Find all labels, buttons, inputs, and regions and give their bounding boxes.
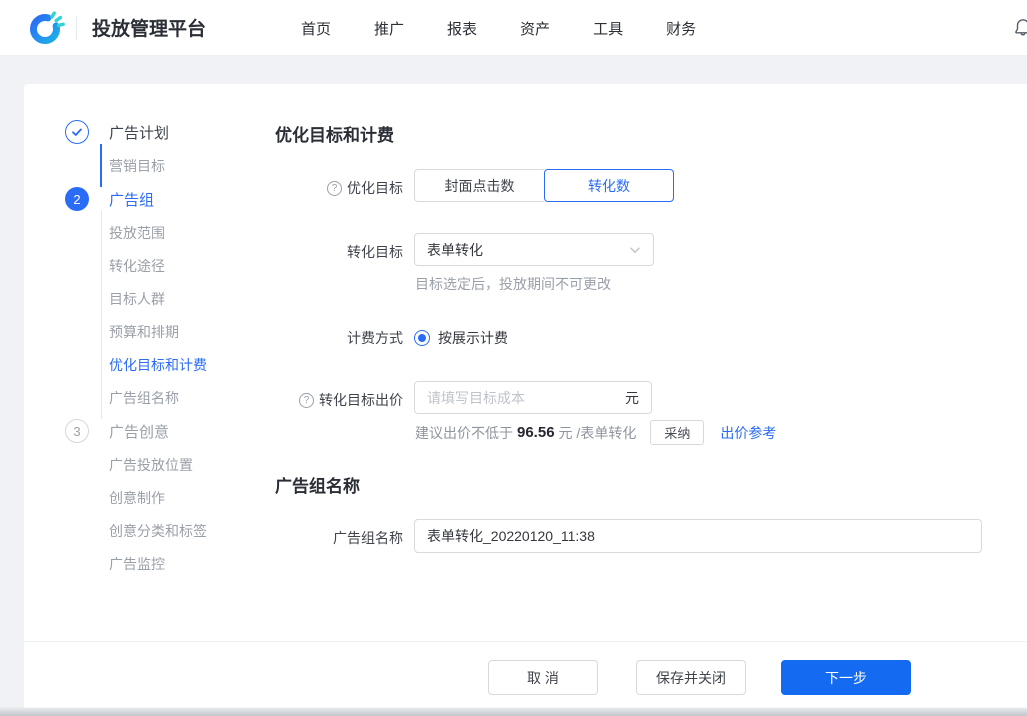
sub-step-label: 目标人群 <box>109 290 165 307</box>
bell-icon[interactable] <box>1012 17 1027 39</box>
bid-unit: 元 <box>625 389 639 406</box>
sidebar-item-creative-tags[interactable]: 创意分类和标签 <box>53 514 283 547</box>
step-number-badge: 3 <box>65 419 89 443</box>
footer-action-bar: 取 消 保存并关闭 下一步 <box>24 641 1027 708</box>
suggest-value: 96.56 <box>517 424 555 441</box>
bid-input-wrapper: 元 <box>414 381 652 414</box>
suggest-prefix: 建议出价不低于 <box>415 424 513 441</box>
sub-step-label: 营销目标 <box>109 157 165 174</box>
main-nav: 首页 推广 报表 资产 工具 财务 <box>301 0 696 56</box>
step-check-icon <box>65 120 89 144</box>
sub-step-label: 投放范围 <box>109 224 165 241</box>
nav-item-promotion[interactable]: 推广 <box>374 18 404 39</box>
sub-step-label-active: 优化目标和计费 <box>109 356 207 373</box>
sidebar-item-ad-monitoring[interactable]: 广告监控 <box>53 547 283 580</box>
billing-radio-row: 按展示计费 <box>414 328 508 348</box>
sub-step-label: 转化途径 <box>109 257 165 274</box>
step-label: 广告组 <box>109 191 155 209</box>
sidebar-item-group-name[interactable]: 广告组名称 <box>53 381 283 414</box>
step-label: 广告创意 <box>109 423 170 441</box>
sidebar-item-budget-schedule[interactable]: 预算和排期 <box>53 315 283 348</box>
sidebar-item-optimization-billing[interactable]: 优化目标和计费 <box>53 348 283 381</box>
goal-segmented-control: 封面点击数 转化数 <box>414 169 674 202</box>
sub-step-label: 创意分类和标签 <box>109 522 207 539</box>
goal-option-conversions[interactable]: 转化数 <box>544 169 674 202</box>
sidebar-item-ad-placement[interactable]: 广告投放位置 <box>53 448 283 481</box>
help-circle-icon[interactable]: ? <box>327 180 342 196</box>
sidebar-item-creative-production[interactable]: 创意制作 <box>53 481 283 514</box>
adopt-button[interactable]: 采纳 <box>650 420 705 445</box>
nav-item-tools[interactable]: 工具 <box>593 18 623 39</box>
sidebar-step-ad-plan[interactable]: 广告计划 <box>53 115 283 149</box>
bottom-shadow <box>0 707 1027 716</box>
bid-suggestion-row: 建议出价不低于 96.56 元 /表单转化 采纳 出价参考 <box>415 420 776 445</box>
sidebar-step-ad-creative[interactable]: 3 广告创意 <box>53 414 283 448</box>
ad-platform-screen: 投放管理平台 首页 推广 报表 资产 工具 财务 广告计划 营销目标 2 广告组… <box>0 0 1027 716</box>
top-navbar: 投放管理平台 首页 推广 报表 资产 工具 财务 <box>0 0 1027 56</box>
sidebar-item-delivery-scope[interactable]: 投放范围 <box>53 216 283 249</box>
header-divider <box>76 16 77 40</box>
sub-step-label: 广告组名称 <box>109 389 179 406</box>
conversion-goal-hint: 目标选定后，投放期间不可更改 <box>415 276 611 292</box>
brand-logo-icon <box>30 11 65 44</box>
next-step-button[interactable]: 下一步 <box>781 660 911 695</box>
billing-option-label: 按展示计费 <box>438 330 508 346</box>
save-and-close-button[interactable]: 保存并关闭 <box>636 660 746 695</box>
sub-step-label: 预算和排期 <box>109 323 179 340</box>
step-number-badge: 2 <box>65 187 89 211</box>
radio-checked[interactable] <box>414 330 430 346</box>
nav-item-assets[interactable]: 资产 <box>520 18 550 39</box>
sub-step-label: 创意制作 <box>109 489 165 506</box>
step-label: 广告计划 <box>109 124 170 142</box>
ad-group-form-card: 广告计划 营销目标 2 广告组 投放范围 转化途径 目标人群 预算和排期 优化目… <box>24 84 1027 641</box>
sub-step-label: 广告监控 <box>109 555 165 572</box>
sidebar-item-conversion-path[interactable]: 转化途径 <box>53 249 283 282</box>
nav-item-home[interactable]: 首页 <box>301 18 331 39</box>
steps-sidebar: 广告计划 营销目标 2 广告组 投放范围 转化途径 目标人群 预算和排期 优化目… <box>53 84 283 580</box>
group-name-input[interactable] <box>414 519 982 553</box>
platform-title: 投放管理平台 <box>92 19 207 40</box>
section-title-optimization: 优化目标和计费 <box>275 126 394 145</box>
suggest-suffix: 元 /表单转化 <box>558 424 637 441</box>
select-value: 表单转化 <box>427 241 483 258</box>
nav-item-finance[interactable]: 财务 <box>666 18 696 39</box>
help-circle-icon[interactable]: ? <box>299 392 314 408</box>
cancel-button[interactable]: 取 消 <box>488 660 598 695</box>
nav-item-reports[interactable]: 报表 <box>447 18 477 39</box>
sidebar-item-target-audience[interactable]: 目标人群 <box>53 282 283 315</box>
goal-option-cover-clicks[interactable]: 封面点击数 <box>414 169 544 202</box>
sidebar-step-ad-group[interactable]: 2 广告组 <box>53 182 283 216</box>
chevron-down-icon <box>630 247 640 253</box>
conversion-goal-select[interactable]: 表单转化 <box>414 233 654 266</box>
bid-reference-link[interactable]: 出价参考 <box>720 423 776 443</box>
bid-input[interactable] <box>427 389 619 406</box>
section-title-group-name: 广告组名称 <box>275 477 360 496</box>
sub-step-label: 广告投放位置 <box>109 456 193 473</box>
sidebar-item-marketing-goal[interactable]: 营销目标 <box>53 149 283 182</box>
